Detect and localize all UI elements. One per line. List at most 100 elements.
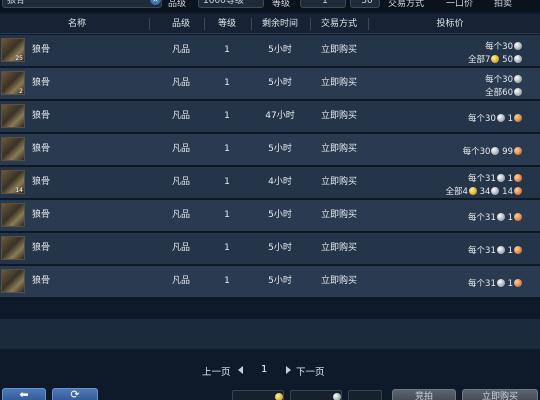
next-page-button[interactable]: 下一页	[296, 364, 325, 378]
item-level: 1	[224, 111, 230, 121]
buy-now-button[interactable]: 立即购买	[462, 389, 538, 400]
level-min-input[interactable]: 1	[300, 0, 346, 8]
header-trade-method[interactable]: 交易方式	[310, 14, 368, 34]
copper-coin-icon	[514, 213, 522, 221]
item-name: 狼骨	[32, 243, 51, 253]
quality-select[interactable]: 1000等级	[198, 0, 264, 8]
copper-coin-icon	[514, 174, 522, 182]
refresh-icon: ⟳	[70, 388, 80, 400]
item-name: 狼骨	[32, 144, 51, 154]
header-time-left[interactable]: 剩余时间	[252, 14, 308, 34]
item-trade-method: 立即购买	[320, 78, 357, 88]
silver-coin-icon	[496, 213, 505, 221]
copper-coin-icon	[514, 279, 522, 287]
table-row[interactable]: 2 狼骨 凡品 1 5小时 立即购买 每个30 全部60	[0, 68, 540, 101]
wolf-bone-item-icon	[1, 137, 25, 161]
copper-amount-input[interactable]	[348, 390, 382, 400]
item-time-left: 5小时	[268, 276, 292, 286]
item-level: 1	[224, 144, 230, 154]
item-name: 狼骨	[32, 45, 51, 55]
quality-label: 品级	[168, 0, 187, 9]
item-name: 狼骨	[32, 177, 51, 187]
table-row[interactable]: 狼骨 凡品 1 5小时 立即购买 每个31 1	[0, 200, 540, 233]
bottom-controls: ⬅ ⟳ 竞拍 立即购买	[0, 388, 540, 400]
unit-price: 每个31 1	[468, 172, 522, 184]
gold-coin-icon	[468, 187, 477, 195]
prev-page-button[interactable]: 上一页	[202, 364, 231, 378]
wolf-bone-item-icon: 2	[1, 71, 25, 95]
silver-coin-icon	[514, 55, 522, 63]
wolf-bone-item-icon: 14	[1, 170, 25, 194]
filter-bar: 狼骨 × 品级 1000等级 等级 1 30 交易方式 一口价 拍卖	[0, 0, 540, 12]
current-page: 1	[261, 364, 268, 375]
auction-label: 拍卖	[494, 0, 513, 9]
item-quality: 凡品	[171, 144, 190, 154]
unit-price: 每个30	[485, 40, 522, 52]
unit-price: 每个30 99	[463, 145, 522, 157]
item-time-left: 5小时	[268, 210, 292, 220]
header-bid-price[interactable]: 投标价	[370, 14, 530, 34]
total-price: 全部7 50	[468, 53, 522, 65]
table-header: 名称 品级 等级 剩余时间 交易方式 投标价	[0, 14, 540, 34]
gold-coin-icon	[275, 393, 283, 400]
item-trade-method: 立即购买	[320, 276, 357, 286]
auction-list: 25 狼骨 凡品 1 5小时 立即购买 每个30 全部7 50 2 狼骨 凡品 …	[0, 35, 540, 299]
item-time-left: 5小时	[268, 243, 292, 253]
item-time-left: 5小时	[268, 45, 292, 55]
item-name: 狼骨	[32, 78, 51, 88]
total-price: 全部60	[485, 86, 522, 98]
table-row[interactable]: 25 狼骨 凡品 1 5小时 立即购买 每个30 全部7 50	[0, 35, 540, 68]
copper-coin-icon	[514, 114, 522, 122]
silver-coin-icon	[491, 147, 500, 155]
bid-button[interactable]: 竞拍	[392, 389, 456, 400]
unit-price: 每个31 1	[468, 277, 522, 289]
silver-coin-icon	[496, 246, 505, 254]
header-quality[interactable]: 品级	[150, 14, 212, 34]
unit-price: 每个30 1	[468, 112, 522, 124]
left-arrow-icon[interactable]	[238, 366, 243, 374]
item-level: 1	[224, 45, 230, 55]
wolf-bone-item-icon	[1, 269, 25, 293]
trade-method-label: 交易方式	[388, 0, 425, 9]
item-trade-method: 立即购买	[320, 45, 357, 55]
total-price: 全部4 34 14	[446, 185, 522, 197]
level-max-input[interactable]: 30	[350, 0, 380, 8]
unit-price: 每个31 1	[468, 211, 522, 223]
item-trade-method: 立即购买	[320, 144, 357, 154]
item-quality: 凡品	[171, 45, 190, 55]
item-name: 狼骨	[32, 210, 51, 220]
table-row[interactable]: 狼骨 凡品 1 5小时 立即购买 每个31 1	[0, 266, 540, 299]
header-level[interactable]: 等级	[204, 14, 250, 34]
copper-coin-icon	[514, 246, 522, 254]
item-level: 1	[224, 276, 230, 286]
table-row[interactable]: 狼骨 凡品 1 5小时 立即购买 每个30 99	[0, 134, 540, 167]
header-name[interactable]: 名称	[30, 14, 124, 34]
auction-checkbox[interactable]: 拍卖	[494, 0, 512, 9]
item-quality: 凡品	[171, 177, 190, 187]
silver-coin-icon	[491, 187, 500, 195]
item-quality: 凡品	[171, 243, 190, 253]
back-button[interactable]: ⬅	[2, 388, 46, 400]
pagination: 上一页 1 下一页	[0, 362, 540, 380]
item-trade-method: 立即购买	[320, 111, 357, 121]
copper-coin-icon	[514, 147, 522, 155]
unit-price: 每个31 1	[468, 244, 522, 256]
item-time-left: 47小时	[265, 111, 295, 121]
table-row[interactable]: 狼骨 凡品 1 5小时 立即购买 每个31 1	[0, 233, 540, 266]
refresh-button[interactable]: ⟳	[52, 388, 98, 400]
empty-list-area	[0, 319, 540, 349]
item-trade-method: 立即购买	[320, 210, 357, 220]
silver-coin-icon	[333, 393, 341, 400]
table-row[interactable]: 14 狼骨 凡品 1 4小时 立即购买 每个31 1 全部4 34 14	[0, 167, 540, 200]
item-time-left: 5小时	[268, 144, 292, 154]
item-time-left: 5小时	[268, 78, 292, 88]
search-input[interactable]: 狼骨	[2, 0, 162, 8]
silver-coin-icon	[514, 42, 522, 50]
fixed-price-checkbox[interactable]: 一口价	[446, 0, 473, 9]
item-level: 1	[224, 177, 230, 187]
table-row[interactable]: 狼骨 凡品 1 47小时 立即购买 每个30 1	[0, 101, 540, 134]
item-trade-method: 立即购买	[320, 177, 357, 187]
gold-coin-icon	[491, 55, 500, 63]
right-arrow-icon[interactable]	[286, 366, 291, 374]
silver-coin-icon	[514, 75, 522, 83]
